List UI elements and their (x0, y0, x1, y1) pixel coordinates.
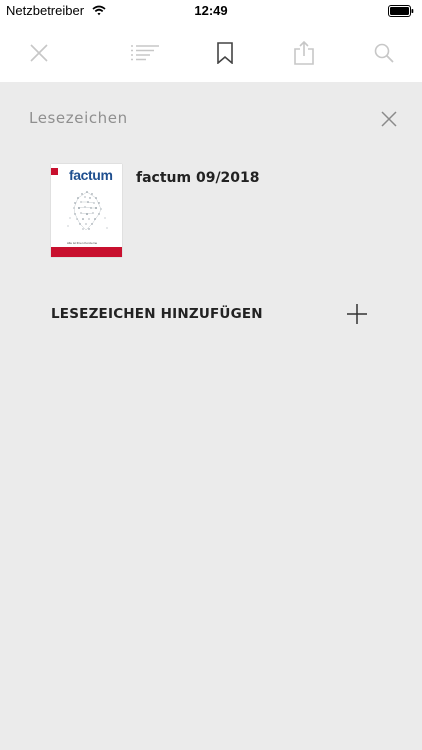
cover-red-band (51, 247, 122, 257)
add-bookmark-label: LESEZEICHEN HINZUFÜGEN (51, 306, 263, 322)
bookmark-list-item[interactable]: factum Alle ist Ihren Konzerne factum 09… (51, 164, 381, 258)
clock: 12:49 (194, 3, 228, 18)
search-button[interactable] (370, 39, 398, 67)
cover-face-illustration (67, 191, 108, 231)
bookmark-item-title: factum 09/2018 (136, 170, 260, 186)
issue-cover-thumbnail: factum Alle ist Ihren Konzerne (51, 164, 122, 257)
reader-toolbar (0, 22, 422, 82)
share-button[interactable] (290, 39, 318, 67)
battery-icon (388, 5, 414, 20)
add-bookmark-row[interactable]: LESEZEICHEN HINZUFÜGEN (51, 298, 371, 332)
cover-caption: Alle ist Ihren Konzerne (67, 241, 98, 245)
status-bar: Netzbetreiber 12:49 (0, 0, 422, 22)
close-icon (30, 44, 48, 62)
cover-flag (51, 168, 58, 175)
plus-icon[interactable] (346, 303, 368, 325)
bookmarks-panel-title: Lesezeichen (29, 109, 128, 127)
bookmarks-button[interactable] (211, 39, 239, 67)
table-of-contents-button[interactable] (130, 39, 160, 67)
share-icon (294, 41, 314, 65)
bookmark-icon (217, 42, 233, 64)
close-bookmarks-panel-button[interactable] (378, 108, 400, 130)
search-icon (374, 43, 394, 63)
close-icon (381, 111, 397, 127)
cover-logo: factum (69, 167, 113, 183)
close-reader-button[interactable] (25, 39, 53, 67)
table-of-contents-icon (131, 45, 159, 61)
